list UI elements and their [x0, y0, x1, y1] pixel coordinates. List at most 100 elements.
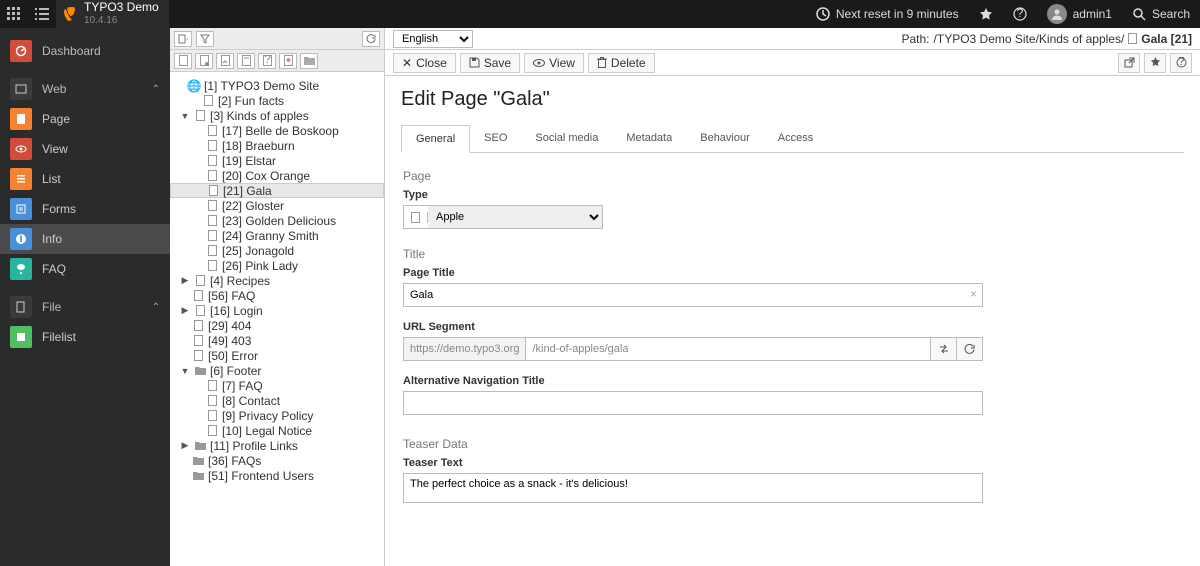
faq-icon	[10, 258, 32, 280]
tree-node[interactable]: [2] Fun facts	[170, 93, 384, 108]
module-filelist[interactable]: Filelist	[0, 322, 170, 352]
tree-node[interactable]: [36] FAQs	[170, 453, 384, 468]
tree-node[interactable]: [29] 404	[170, 318, 384, 333]
expand-icon[interactable]: ▶	[180, 440, 190, 451]
tree-node[interactable]: 🌐[1] TYPO3 Demo Site	[170, 78, 384, 93]
bookmark-page-button[interactable]	[1144, 53, 1166, 73]
module-forms[interactable]: Forms	[0, 194, 170, 224]
view-button[interactable]: View	[524, 53, 584, 73]
module-page[interactable]: Page	[0, 104, 170, 134]
tree-node[interactable]: [25] Jonagold	[170, 243, 384, 258]
tree-node[interactable]: [19] Elstar	[170, 153, 384, 168]
module-view[interactable]: View	[0, 134, 170, 164]
tree-node-selected[interactable]: [21] Gala	[170, 183, 384, 198]
expand-icon[interactable]: ▶	[180, 305, 190, 316]
tree-node[interactable]: [49] 403	[170, 333, 384, 348]
page-icon	[206, 184, 220, 198]
tree-node[interactable]: [20] Cox Orange	[170, 168, 384, 183]
tree-refresh-icon[interactable]	[362, 31, 380, 47]
page-icon	[193, 109, 207, 123]
tree-new-icon[interactable]: +	[174, 31, 192, 47]
tree-node[interactable]: [50] Error	[170, 348, 384, 363]
tab-behaviour[interactable]: Behaviour	[686, 125, 764, 152]
folder-icon	[193, 364, 207, 378]
tree-node[interactable]: ▼[3] Kinds of apples	[170, 108, 384, 123]
open-external-button[interactable]	[1118, 53, 1140, 73]
module-label: View	[42, 142, 68, 156]
type-select[interactable]: Apple	[428, 206, 602, 228]
save-button[interactable]: Save	[460, 53, 520, 73]
list-icon[interactable]	[28, 0, 56, 28]
delete-button[interactable]: Delete	[588, 53, 655, 73]
tab-seo[interactable]: SEO	[470, 125, 521, 152]
collapse-icon[interactable]: ▼	[180, 111, 190, 121]
context-help-button[interactable]: ?	[1170, 53, 1192, 73]
language-select[interactable]: English	[393, 30, 473, 48]
collapse-icon[interactable]: ▼	[180, 366, 190, 376]
tree-node[interactable]: ▶[16] Login	[170, 303, 384, 318]
section-teaser: Teaser Data	[403, 437, 1182, 451]
tab-social[interactable]: Social media	[521, 125, 612, 152]
tree-node[interactable]: [18] Braeburn	[170, 138, 384, 153]
page-icon	[205, 124, 219, 138]
pagetype-folder-icon[interactable]	[300, 53, 318, 69]
topbar: TYPO3 Demo 10.4.16 Next reset in 9 minut…	[0, 0, 1200, 28]
page-icon	[191, 319, 205, 333]
close-button[interactable]: ✕Close	[393, 53, 456, 73]
url-recalc-button[interactable]	[957, 337, 983, 361]
module-dashboard[interactable]: Dashboard	[0, 36, 170, 66]
page-icon	[193, 304, 207, 318]
module-list[interactable]: List	[0, 164, 170, 194]
pagetype-icon[interactable]	[216, 53, 234, 69]
tree-node[interactable]: [17] Belle de Boskoop	[170, 123, 384, 138]
module-web[interactable]: Web ⌃	[0, 74, 170, 104]
module-menu: Dashboard Web ⌃ Page View List Forms i I…	[0, 28, 170, 566]
app-grid-icon[interactable]	[0, 0, 28, 28]
tree-node[interactable]: [26] Pink Lady	[170, 258, 384, 273]
pagetype-icon[interactable]: ?	[258, 53, 276, 69]
altnav-input[interactable]	[403, 391, 983, 415]
module-file[interactable]: File ⌃	[0, 292, 170, 322]
tree-filter-icon[interactable]	[196, 31, 214, 47]
pagetype-icon[interactable]	[279, 53, 297, 69]
tree-node[interactable]: ▼[6] Footer	[170, 363, 384, 378]
tree-node[interactable]: [56] FAQ	[170, 288, 384, 303]
pagetype-icon[interactable]	[174, 53, 192, 69]
teaser-textarea[interactable]: The perfect choice as a snack - it's del…	[403, 473, 983, 503]
product-version: 10.4.16	[84, 14, 159, 27]
tree-node[interactable]: [51] Frontend Users	[170, 468, 384, 483]
tree-node[interactable]: [9] Privacy Policy	[170, 408, 384, 423]
module-faq[interactable]: FAQ	[0, 254, 170, 284]
tree-node[interactable]: [23] Golden Delicious	[170, 213, 384, 228]
refresh-icon	[964, 344, 975, 355]
form-body: Edit Page "Gala" General SEO Social medi…	[385, 76, 1200, 528]
logo-box[interactable]: TYPO3 Demo 10.4.16	[56, 0, 169, 28]
expand-icon[interactable]: ▶	[180, 275, 190, 286]
bookmark-button[interactable]	[969, 0, 1003, 28]
pagetype-icon[interactable]	[195, 53, 213, 69]
tab-general[interactable]: General	[401, 125, 470, 153]
tree-node[interactable]: [8] Contact	[170, 393, 384, 408]
reset-timer[interactable]: Next reset in 9 minutes	[806, 0, 969, 28]
tree-node[interactable]: [22] Gloster	[170, 198, 384, 213]
tab-metadata[interactable]: Metadata	[612, 125, 686, 152]
url-segment-input[interactable]	[526, 337, 931, 361]
search-button[interactable]: Search	[1122, 0, 1200, 28]
pagetype-icon[interactable]	[237, 53, 255, 69]
tree-node[interactable]: [7] FAQ	[170, 378, 384, 393]
search-icon	[1132, 7, 1146, 21]
url-toggle-button[interactable]	[931, 337, 957, 361]
tree-node[interactable]: ▶[11] Profile Links	[170, 438, 384, 453]
module-info[interactable]: i Info	[0, 224, 170, 254]
page-icon	[201, 94, 215, 108]
tree-node[interactable]: ▶[4] Recipes	[170, 273, 384, 288]
tree-node[interactable]: [24] Granny Smith	[170, 228, 384, 243]
svg-text:i: i	[19, 233, 22, 245]
pagetitle-input[interactable]	[403, 283, 983, 307]
tab-access[interactable]: Access	[764, 125, 827, 152]
user-menu[interactable]: admin1	[1037, 0, 1122, 28]
help-button[interactable]: ?	[1003, 0, 1037, 28]
url-segment-row: https://demo.typo3.org	[403, 337, 983, 361]
clear-icon[interactable]: ×	[970, 287, 977, 301]
tree-node[interactable]: [10] Legal Notice	[170, 423, 384, 438]
